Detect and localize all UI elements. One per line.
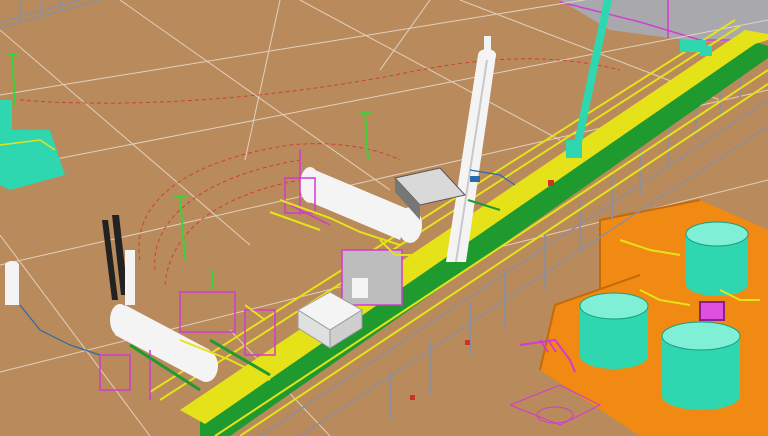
vertical-vessel-left[interactable] — [5, 261, 19, 305]
storage-tank-2[interactable] — [579, 292, 649, 369]
plant-model-scene[interactable] — [0, 0, 768, 436]
3d-model-viewport[interactable]: 3D plant model view (isometric) — [0, 0, 768, 436]
storage-tank-3[interactable] — [661, 321, 741, 410]
storage-tank-1[interactable] — [685, 221, 749, 296]
